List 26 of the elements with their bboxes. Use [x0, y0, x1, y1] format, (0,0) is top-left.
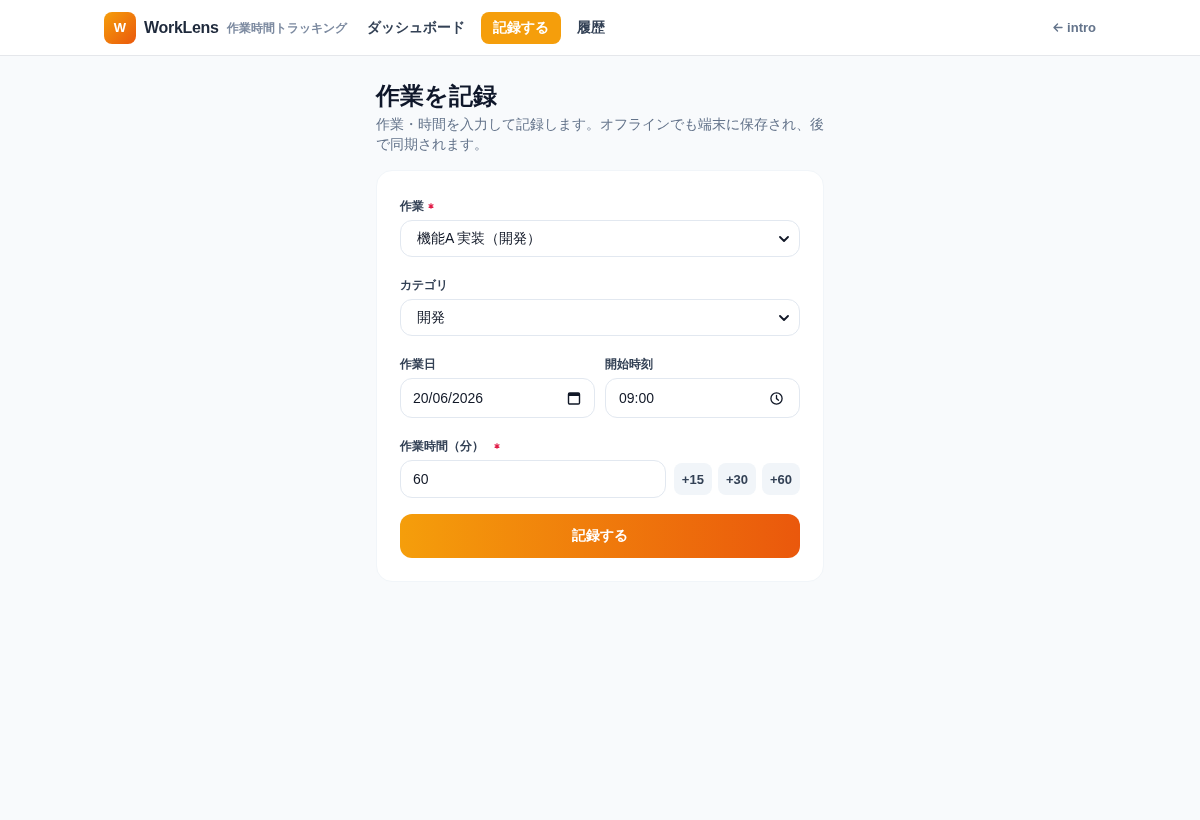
add-minutes-button[interactable]: +60	[761, 463, 800, 495]
calendar-icon	[567, 391, 581, 405]
field-label: カテゴリ	[400, 276, 448, 294]
arrow-left-icon	[1053, 23, 1064, 32]
duration-input[interactable]: 60	[400, 460, 666, 498]
field-label: 作業時間（分）	[400, 437, 484, 455]
add-minutes-button[interactable]: +30	[717, 463, 756, 495]
date-field[interactable]: 20/06/2026	[400, 378, 595, 418]
back-link[interactable]: intro	[1053, 20, 1096, 35]
clock-icon	[770, 391, 783, 405]
brand-tagline: 作業時間トラッキング	[226, 19, 347, 36]
nav-tab[interactable]: ダッシュボード	[354, 11, 477, 44]
field-label: 開始時刻	[605, 355, 653, 373]
brand-name: WorkLens	[144, 18, 219, 37]
chevron-down-icon	[779, 314, 789, 321]
chevron-down-icon	[779, 235, 789, 242]
page-title: 作業を記録	[376, 81, 498, 111]
time-field[interactable]: 09:00	[605, 378, 800, 418]
page-description: 作業・時間を入力して記録します。オフラインでも端末に保存され、後で同期されます。	[376, 115, 824, 154]
logo-icon: W	[104, 11, 136, 44]
select-field[interactable]: 開発	[400, 299, 800, 336]
field-label: 作業	[400, 197, 424, 215]
select-field[interactable]: 機能A 実装（開発）	[400, 220, 800, 257]
add-minutes-button[interactable]: +15	[673, 463, 712, 495]
field-label: 作業日	[400, 355, 436, 373]
nav-tab[interactable]: 履歴	[564, 11, 617, 44]
